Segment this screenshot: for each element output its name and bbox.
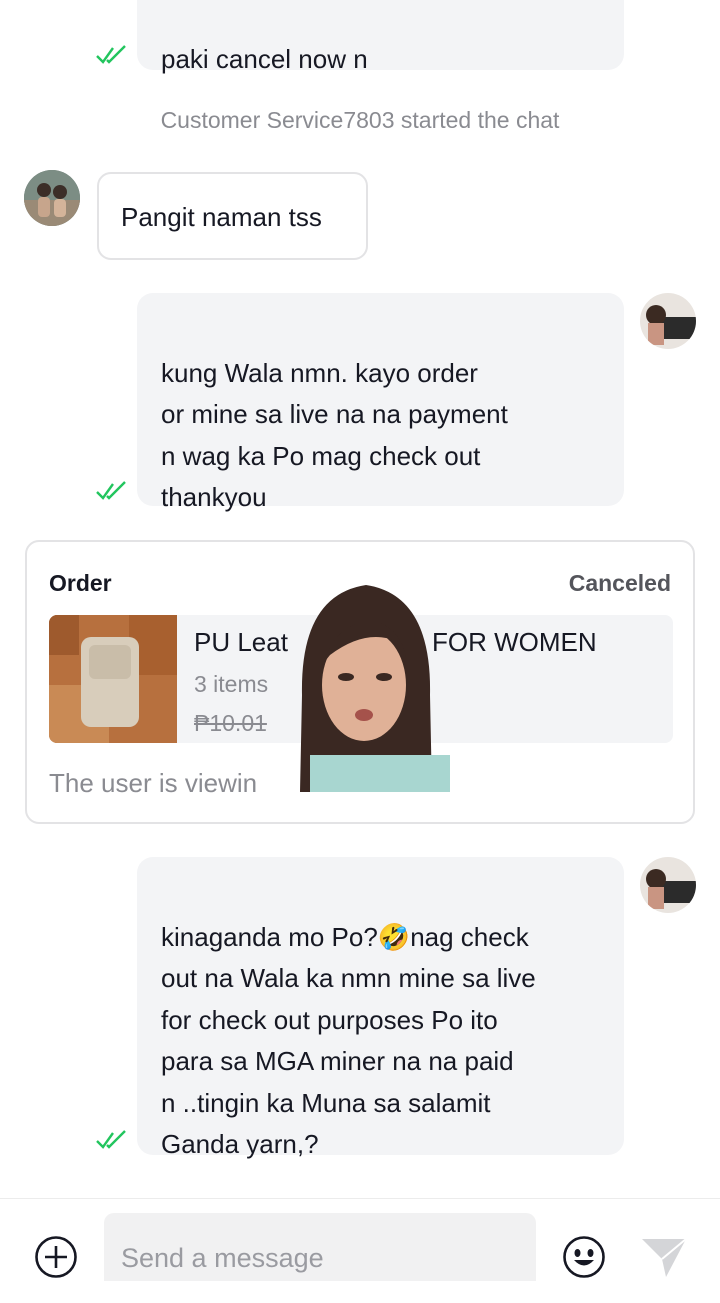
system-notice: Customer Service7803 started the chat [160, 107, 560, 133]
avatar-image [640, 293, 696, 349]
message-input-placeholder: Send a message [121, 1243, 324, 1273]
plus-circle-icon[interactable] [34, 1235, 78, 1279]
outgoing-message-bubble: paki cancel now n [137, 0, 624, 74]
message-input[interactable]: Send a message [104, 1213, 536, 1281]
floating-video-overlay[interactable] [280, 575, 452, 792]
outgoing-message-bubble: kung Wala nmn. kayo order or mine sa liv… [137, 293, 624, 512]
message-text: paki cancel now n [161, 44, 368, 74]
message-text: Pangit naman tss [121, 202, 322, 232]
read-check-icon [96, 1130, 126, 1149]
product-quantity: 3 items [194, 671, 269, 697]
seller-avatar[interactable] [640, 857, 696, 913]
avatar-image [640, 857, 696, 913]
message-text: kung Wala nmn. kayo order or mine sa liv… [161, 357, 508, 513]
message-composer: Send a message [0, 1198, 720, 1281]
outgoing-message-bubble: kinaganda mo Po?🤣nag check out na Wala k… [137, 857, 624, 1159]
viewing-note: The user is viewin [49, 768, 258, 798]
order-card-title: Order [49, 570, 112, 596]
read-check-icon [96, 481, 126, 500]
incoming-message-bubble: Pangit naman tss [97, 172, 368, 260]
emoji-icon[interactable] [562, 1235, 606, 1279]
order-status-badge: Canceled [568, 570, 671, 596]
read-check-icon [96, 45, 126, 64]
video-frame [300, 585, 450, 792]
message-text: kinaganda mo Po?🤣nag check out na Wala k… [161, 921, 536, 1160]
product-name-suffix: FOR WOMEN [432, 627, 597, 657]
avatar-image [24, 170, 80, 226]
send-icon[interactable] [640, 1235, 688, 1279]
product-thumbnail [49, 615, 177, 743]
customer-avatar[interactable] [24, 170, 80, 226]
product-name: PU Leat [194, 627, 288, 657]
product-price: ₱10.01 [194, 710, 267, 736]
seller-avatar[interactable] [640, 293, 696, 349]
